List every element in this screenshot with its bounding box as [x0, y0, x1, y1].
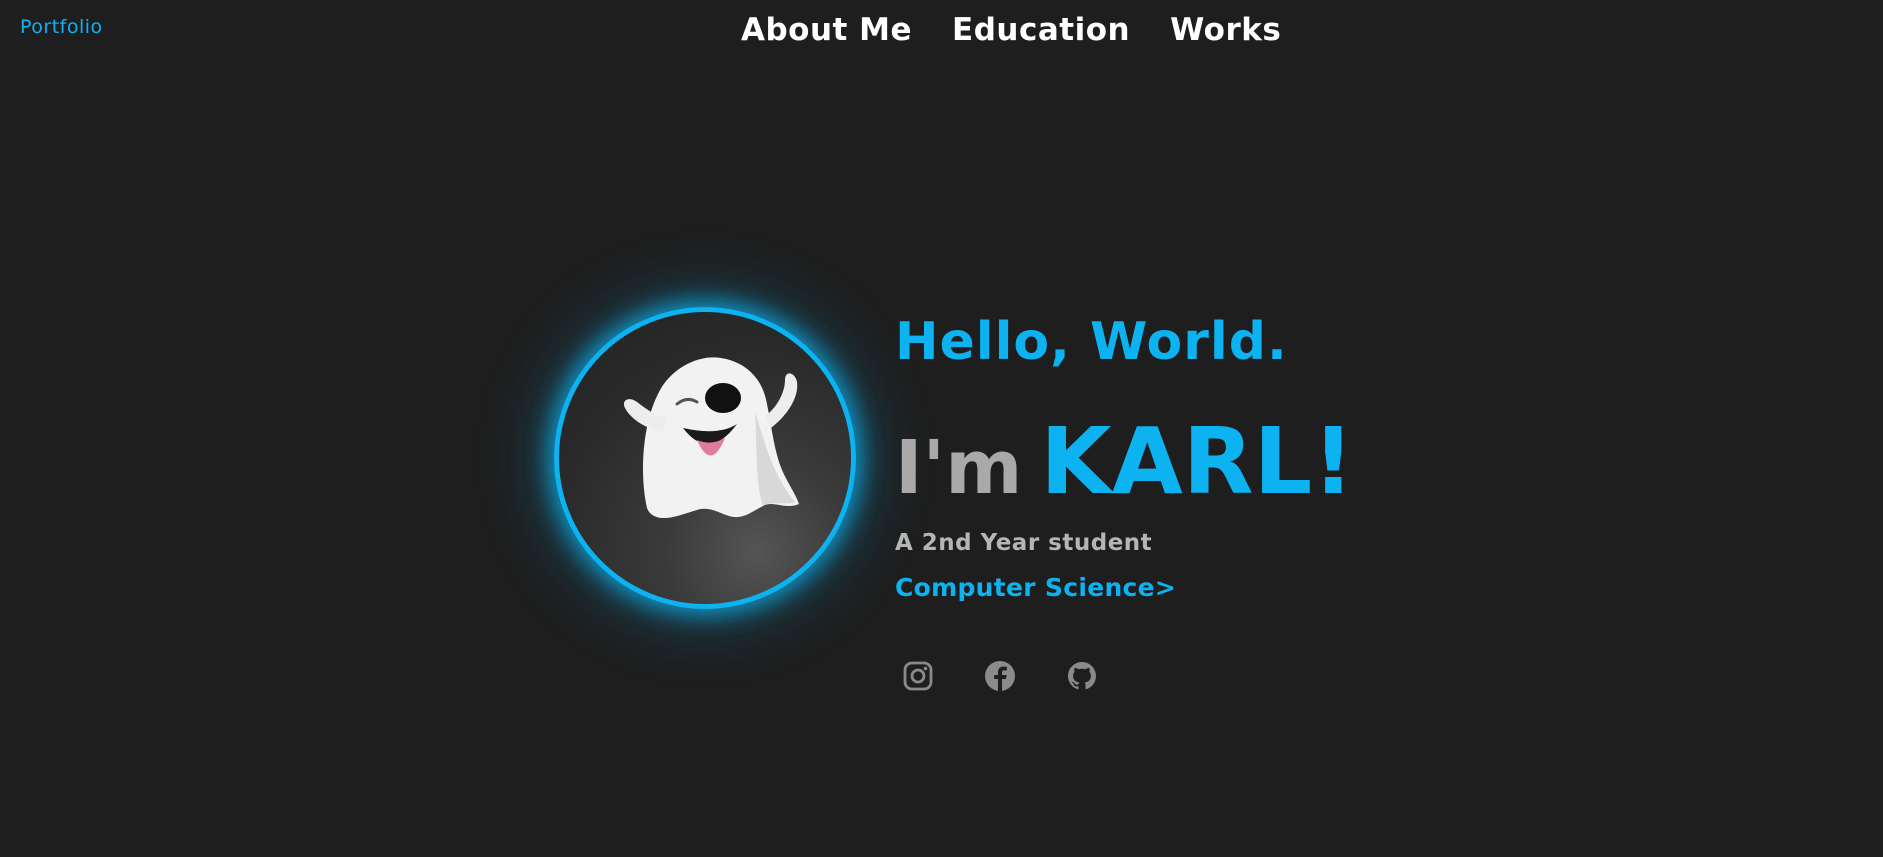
facebook-icon	[985, 661, 1015, 691]
nav-works[interactable]: Works	[1170, 12, 1281, 48]
nav-education[interactable]: Education	[952, 12, 1130, 48]
intro-line: I'm KARL!	[895, 408, 1354, 515]
ghost-emoji	[623, 357, 799, 518]
instagram-link[interactable]	[902, 660, 934, 692]
github-link[interactable]	[1066, 660, 1098, 692]
nav-about-me[interactable]: About Me	[741, 12, 912, 48]
course-link[interactable]: Computer Science>	[895, 573, 1176, 602]
social-links	[902, 660, 1098, 692]
intro-prefix: I'm	[895, 425, 1023, 511]
profile-avatar	[554, 307, 856, 609]
greeting-heading: Hello, World.	[895, 312, 1288, 372]
facebook-link[interactable]	[984, 660, 1016, 692]
instagram-icon	[903, 661, 933, 691]
name-heading: KARL!	[1040, 408, 1355, 515]
main-nav: About Me Education Works	[741, 12, 1281, 48]
logo-link[interactable]: Portfolio	[20, 16, 103, 38]
portfolio-page: Portfolio About Me Education Works Hello…	[0, 0, 1883, 857]
github-icon	[1068, 662, 1096, 690]
subtitle: A 2nd Year student	[895, 530, 1153, 556]
